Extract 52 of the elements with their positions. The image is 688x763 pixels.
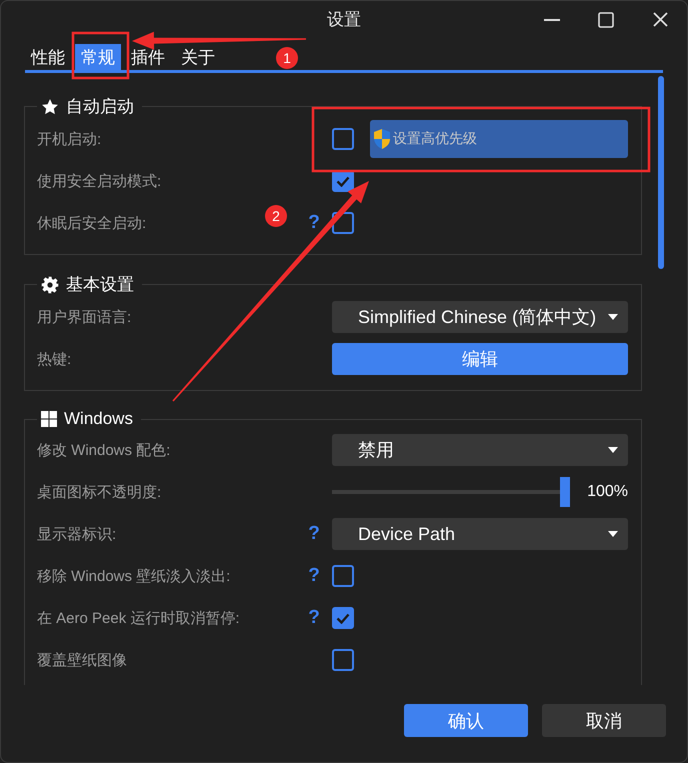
step-number: 2 <box>265 205 287 227</box>
checkbox[interactable] <box>332 128 354 150</box>
gear-icon <box>41 276 59 294</box>
help-icon[interactable]: ? <box>304 523 324 545</box>
setting-label: 移除 Windows 壁纸淡入淡出: <box>37 566 230 586</box>
check-icon <box>336 612 350 624</box>
group-title: Windows <box>64 409 133 429</box>
caret-icon <box>608 447 618 453</box>
caret-icon <box>608 531 618 537</box>
check-icon <box>336 176 350 186</box>
help-icon[interactable]: ? <box>304 565 324 587</box>
setting-label: 在 Aero Peek 运行时取消暂停: <box>37 608 240 628</box>
highlight-box <box>72 32 130 80</box>
setting-label: 开机启动: <box>37 130 102 148</box>
setting-label: 显示器标识: <box>37 524 116 544</box>
slider-thumb[interactable] <box>560 477 570 507</box>
tab[interactable]: 性能 <box>25 44 71 70</box>
cancel-button[interactable]: 取消 <box>542 704 666 737</box>
checkbox[interactable] <box>332 649 354 671</box>
step-number: 1 <box>276 47 298 69</box>
setting-label: 休眠后安全启动: <box>37 214 146 232</box>
star-icon <box>41 98 59 116</box>
setting-label: 桌面图标不透明度: <box>37 482 162 502</box>
windows-logo-icon <box>41 411 57 427</box>
priority-button[interactable]: 设置高优先级 <box>370 120 628 158</box>
dropdown[interactable]: Device Path <box>332 518 628 550</box>
slider-value: 100% <box>587 483 628 501</box>
window-title: 设置 <box>327 9 361 31</box>
edit-button[interactable]: 编辑 <box>332 343 628 375</box>
setting-label: 热键: <box>37 350 72 368</box>
scrollbar-thumb[interactable] <box>658 76 664 269</box>
close-icon <box>652 12 668 27</box>
tab[interactable]: 插件 <box>125 44 171 70</box>
help-icon[interactable]: ? <box>304 607 324 629</box>
setting-label: 用户界面语言: <box>37 308 132 326</box>
checkbox[interactable] <box>332 565 354 587</box>
group-title: 基本设置 <box>66 274 134 296</box>
setting-label: 覆盖壁纸图像 <box>37 650 127 670</box>
dropdown[interactable]: Simplified Chinese (简体中文) <box>332 301 628 333</box>
caret-icon <box>608 314 618 320</box>
tab[interactable]: 关于 <box>175 44 221 70</box>
checkbox[interactable] <box>332 607 354 629</box>
help-icon[interactable]: ? <box>304 212 324 234</box>
maximize-icon <box>598 12 614 28</box>
shield-icon <box>372 128 392 150</box>
setting-label: 修改 Windows 配色: <box>37 440 170 460</box>
group-title: 自动启动 <box>66 96 134 118</box>
minimize-icon <box>544 18 560 20</box>
dropdown[interactable]: 禁用 <box>332 434 628 466</box>
tab[interactable]: 常规 <box>75 44 121 70</box>
confirm-button[interactable]: 确认 <box>404 704 528 737</box>
setting-label: 使用安全启动模式: <box>37 172 162 190</box>
